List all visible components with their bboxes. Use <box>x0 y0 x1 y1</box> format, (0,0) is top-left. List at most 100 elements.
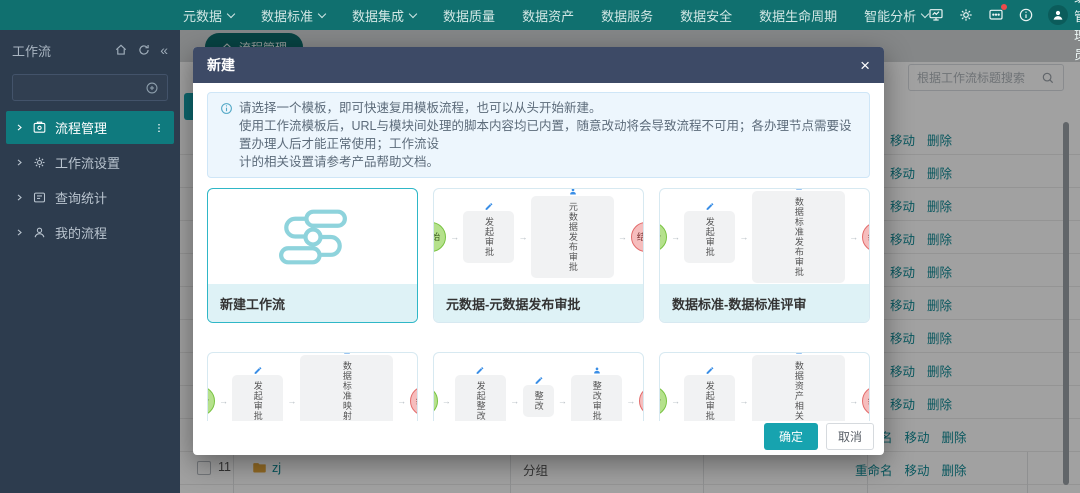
flow-end-node: 结束 <box>631 222 644 252</box>
flow-start-node: 开始 <box>433 386 438 416</box>
flow-start-node: 开始 <box>659 222 667 252</box>
user-icon <box>342 352 351 355</box>
refresh-icon[interactable] <box>137 43 151 57</box>
user-icon <box>592 366 601 375</box>
card-title: 元数据-元数据发布审批 <box>434 284 643 322</box>
more-options-icon[interactable] <box>153 122 165 134</box>
task-label: 发起整改 <box>475 381 485 421</box>
gear-icon[interactable] <box>958 7 974 23</box>
sidebar-menu: 流程管理工作流设置查询统计我的流程 <box>0 111 180 249</box>
arrow-icon: → <box>397 396 406 406</box>
gear-icon <box>32 155 47 170</box>
topnav-menu-item-9[interactable]: 智能分析 <box>864 6 928 25</box>
sidebar-item-label: 查询统计 <box>55 188 107 207</box>
arrow-icon: → <box>671 396 680 406</box>
task-label: 整改审批 <box>591 381 601 421</box>
flow-end-node: 结束 <box>410 386 418 416</box>
info-line: 请选择一个模板，即可快速复用模板流程，也可以从头开始新建。 <box>220 99 857 117</box>
sidebar: 工作流 « 流程管理工作流设置查询统计我的流程 <box>0 30 180 493</box>
modal-header: 新建 × <box>193 47 884 83</box>
topnav-menu-item-7[interactable]: 数据安全 <box>680 6 732 25</box>
confirm-button[interactable]: 确定 <box>764 423 818 450</box>
template-card-5[interactable]: 开始→发起整改→整改→整改审批→结束 <box>433 352 644 421</box>
chevron-right-icon <box>15 193 24 202</box>
flow-task-node: 发起审批 <box>684 211 735 263</box>
flow-task-node: 数据标准发布审批 <box>752 191 845 283</box>
topnav-menu-item-2[interactable]: 数据标准 <box>261 6 325 25</box>
topnav-menu-item-1[interactable]: 元数据 <box>183 6 234 25</box>
sidebar-header: 工作流 « <box>0 35 180 65</box>
user-menu[interactable]: 超级管理员 <box>1048 0 1080 63</box>
task-label: 整改 <box>533 391 543 411</box>
arrow-icon: → <box>442 396 451 406</box>
arrow-icon: → <box>739 232 748 242</box>
topnav-menu-item-3[interactable]: 数据集成 <box>352 6 416 25</box>
topnav-menu-item-5[interactable]: 数据资产 <box>522 6 574 25</box>
pencil-icon <box>705 366 714 375</box>
sidebar-item-2[interactable]: 工作流设置 <box>6 146 174 179</box>
topnav-menu-item-6[interactable]: 数据服务 <box>601 6 653 25</box>
topnav-menu-label: 元数据 <box>183 6 222 25</box>
topnav-menu-label: 智能分析 <box>864 6 916 25</box>
sidebar-item-label: 我的流程 <box>55 223 107 242</box>
sidebar-item-label: 工作流设置 <box>55 153 120 172</box>
message-icon[interactable] <box>988 7 1004 23</box>
info-box: 请选择一个模板，即可快速复用模板流程，也可以从头开始新建。 使用工作流模板后，U… <box>207 92 870 178</box>
template-cards-viewport: 新建工作流开始→发起审批→元数据发布审批→结束元数据-元数据发布审批开始→发起审… <box>207 188 870 421</box>
task-label: 数据标准发布审批 <box>794 197 804 277</box>
flow-task-node: 发起审批 <box>684 375 735 422</box>
pencil-icon <box>534 376 543 385</box>
sidebar-search-input[interactable] <box>21 81 145 95</box>
flow-icon <box>32 120 47 135</box>
collapse-icon[interactable]: « <box>160 43 168 57</box>
topnav-menu-item-4[interactable]: 数据质量 <box>443 6 495 25</box>
template-card-1[interactable]: 新建工作流 <box>207 188 418 323</box>
flow-start-node: 开始 <box>207 386 215 416</box>
template-card-4[interactable]: 开始→发起审批→数据标准映射审批→结束 <box>207 352 418 421</box>
topnav-menu-label: 数据资产 <box>522 6 574 25</box>
arrow-icon: → <box>626 396 635 406</box>
flow-end-node: 结束 <box>639 386 644 416</box>
card-flow-preview: 开始→发起审批→数据标准映射审批→结束 <box>208 353 417 421</box>
card-flow-preview <box>208 189 417 284</box>
modal-footer: 确定 取消 <box>193 421 884 455</box>
task-label: 发起审批 <box>704 217 714 257</box>
task-label: 元数据发布审批 <box>568 202 578 272</box>
chevron-right-icon <box>15 158 24 167</box>
user-icon <box>794 352 803 355</box>
template-card-3[interactable]: 开始→发起审批→数据标准发布审批→结束数据标准-数据标准评审 <box>659 188 870 323</box>
sidebar-item-1[interactable]: 流程管理 <box>6 111 174 144</box>
flow-start-node: 开始 <box>659 386 667 416</box>
sidebar-item-label: 流程管理 <box>55 118 107 137</box>
home-icon[interactable] <box>114 43 128 57</box>
modal-body: 请选择一个模板，即可快速复用模板流程，也可以从头开始新建。 使用工作流模板后，U… <box>193 83 884 421</box>
arrow-icon: → <box>558 396 567 406</box>
sidebar-item-4[interactable]: 我的流程 <box>6 216 174 249</box>
new-workflow-modal: 新建 × 请选择一个模板，即可快速复用模板流程，也可以从头开始新建。 使用工作流… <box>193 47 884 455</box>
cancel-button[interactable]: 取消 <box>826 423 874 450</box>
topnav-menu-label: 数据质量 <box>443 6 495 25</box>
info-icon[interactable] <box>1018 7 1034 23</box>
arrow-icon: → <box>219 396 228 406</box>
sidebar-item-3[interactable]: 查询统计 <box>6 181 174 214</box>
flow-task-node: 整改审批 <box>571 375 622 422</box>
template-card-6[interactable]: 开始→发起审批→数据资产相关审批→结束 <box>659 352 870 421</box>
monitor-icon[interactable] <box>928 7 944 23</box>
chevron-down-icon <box>318 9 326 17</box>
new-workflow-icon <box>274 207 352 267</box>
close-icon[interactable]: × <box>860 57 870 74</box>
topnav-menu-label: 数据服务 <box>601 6 653 25</box>
topnav-menu: 元数据 数据标准 数据集成 数据质量 数据资产 数据服务 数据安全 数据生命周期 智能分析 <box>183 6 928 25</box>
task-label: 数据资产相关审批 <box>794 361 804 422</box>
template-card-2[interactable]: 开始→发起审批→元数据发布审批→结束元数据-元数据发布审批 <box>433 188 644 323</box>
topnav-menu-item-8[interactable]: 数据生命周期 <box>759 6 837 25</box>
flow-task-node: 发起审批 <box>463 211 514 263</box>
arrow-icon: → <box>518 232 527 242</box>
task-label: 发起审批 <box>704 381 714 421</box>
topnav-menu-label: 数据安全 <box>680 6 732 25</box>
sidebar-title: 工作流 <box>12 41 51 60</box>
arrow-icon: → <box>739 396 748 406</box>
task-label: 发起审批 <box>252 381 262 421</box>
avatar <box>1048 5 1068 25</box>
add-circle-icon[interactable] <box>145 81 159 95</box>
